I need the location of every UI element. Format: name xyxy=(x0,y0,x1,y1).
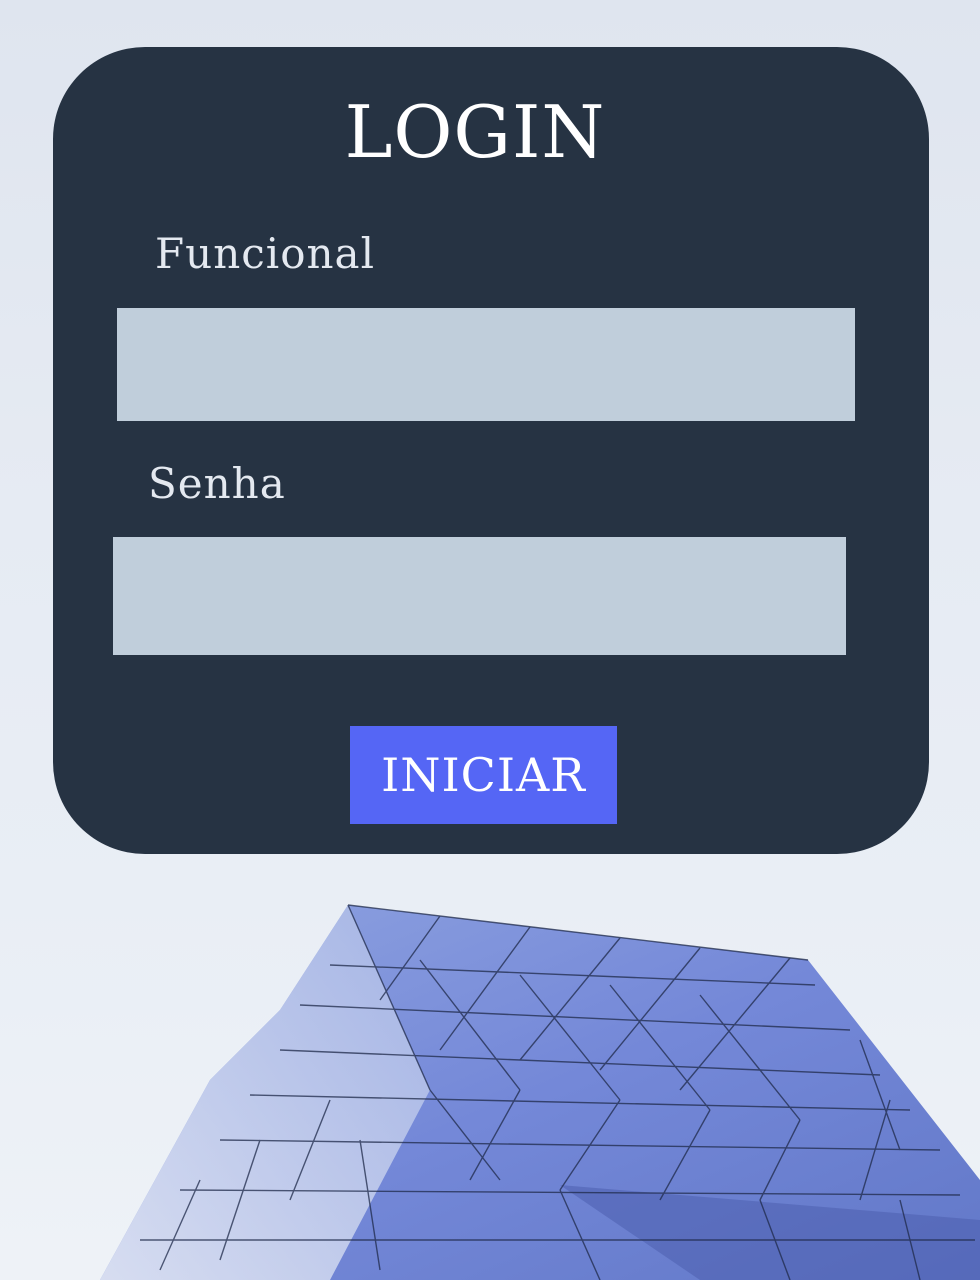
password-label: Senha xyxy=(148,459,286,508)
login-title: LOGIN xyxy=(344,90,606,174)
password-input[interactable] xyxy=(113,537,846,655)
functional-label: Funcional xyxy=(155,229,376,278)
functional-input[interactable] xyxy=(117,308,855,421)
start-button[interactable]: INICIAR xyxy=(350,726,617,824)
